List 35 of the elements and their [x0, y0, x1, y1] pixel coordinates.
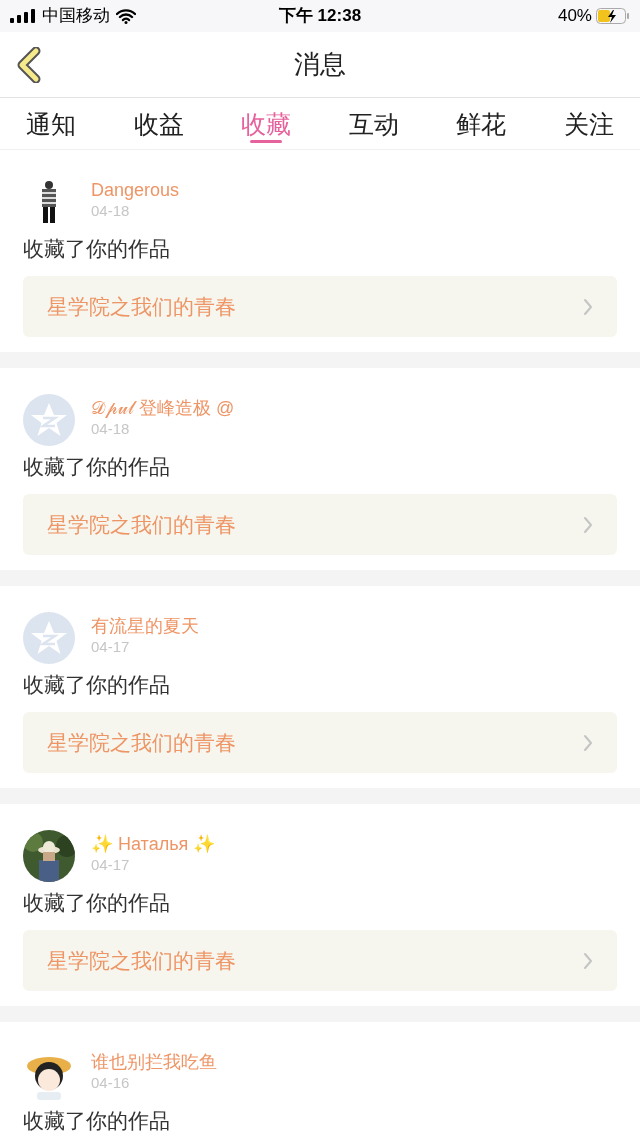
user-name: Dangerous [91, 179, 180, 202]
default-avatar-icon [23, 612, 75, 664]
user-name: 谁也别拦我吃鱼 [91, 1051, 217, 1074]
date: 04-18 [91, 202, 131, 220]
tab[interactable]: 鲜花 [456, 98, 507, 146]
tab-indicator [250, 140, 283, 143]
date: 04-18 [91, 420, 131, 438]
chevron-right-icon [583, 733, 593, 752]
battery-percentage: 40% [557, 5, 592, 28]
default-avatar-icon [23, 394, 75, 446]
chevron-right-icon [583, 297, 593, 316]
battery-icon [596, 8, 630, 24]
user-name: 有流星的夏天 [91, 615, 199, 638]
date: 04-17 [91, 856, 131, 874]
carrier: 中国移动 [42, 5, 110, 28]
tab[interactable]: 收益 [133, 98, 184, 146]
signal-icon [10, 9, 36, 23]
message-text: 收藏了你的作品 [23, 672, 171, 698]
tab[interactable]: 通知 [26, 98, 76, 146]
chevron-right-icon [583, 515, 593, 534]
clock: 下午 12:38 [278, 5, 362, 28]
page-title: 消息 [294, 48, 346, 81]
back-icon [16, 47, 42, 83]
tab[interactable]: 互动 [348, 98, 399, 146]
date: 04-17 [91, 638, 131, 656]
user-name: ✨ Наталья ✨ [91, 833, 216, 856]
message-text: 收藏了你的作品 [23, 236, 171, 262]
message-text: 收藏了你的作品 [23, 1108, 171, 1134]
date: 04-16 [91, 1074, 131, 1092]
message-text: 收藏了你的作品 [23, 454, 171, 480]
tab[interactable]: 关注 [563, 98, 614, 146]
chevron-right-icon [583, 951, 593, 970]
user-name: 𝒟𝓅𝓊𝓁 登峰造极 @ [91, 397, 235, 420]
wifi-icon [116, 8, 136, 24]
message-text: 收藏了你的作品 [23, 890, 171, 916]
